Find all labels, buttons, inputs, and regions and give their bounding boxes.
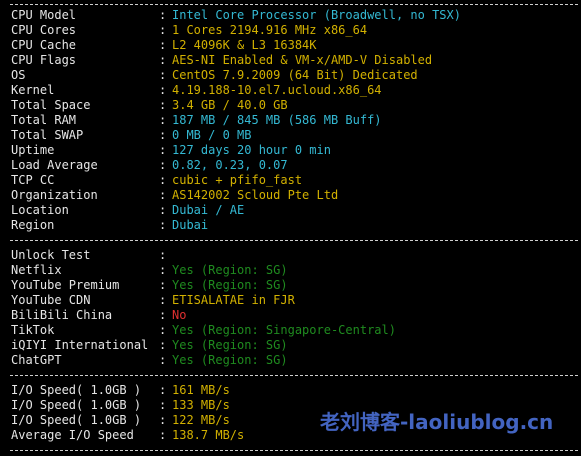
row-label: Average I/O Speed <box>11 428 134 442</box>
row-value: 127 days 20 hour 0 min <box>172 143 331 157</box>
row-label: Organization <box>11 188 98 202</box>
row-label: Total SWAP <box>11 128 84 142</box>
row-separator: : <box>159 98 167 112</box>
row-separator: : <box>159 68 167 82</box>
row-label: CPU Flags <box>11 53 77 67</box>
row-label: iQIYI International <box>11 338 149 352</box>
row-separator: : <box>159 38 167 52</box>
row-value: 3.4 GB / 40.0 GB <box>172 98 288 112</box>
row-label: I/O Speed( 1.0GB ) <box>11 398 142 412</box>
row-value: cubic + pfifo_fast <box>172 173 303 187</box>
row-separator: : <box>159 353 167 367</box>
row-separator: : <box>159 413 167 427</box>
row-value: AES-NI Enabled & VM-x/AMD-V Disabled <box>172 53 433 67</box>
row-value: Yes (Region: SG) <box>172 353 288 367</box>
row-value: 133 MB/s <box>172 398 230 412</box>
row-separator: : <box>159 158 167 172</box>
watermark-text: 老刘博客-laoliublog.cn <box>320 410 554 434</box>
divider-top <box>10 4 578 5</box>
row-value: L2 4096K & L3 16384K <box>172 38 317 52</box>
row-value: No <box>172 308 187 322</box>
row-label: Uptime <box>11 143 55 157</box>
row-separator: : <box>159 173 167 187</box>
row-separator: : <box>159 8 167 22</box>
row-value: 122 MB/s <box>172 413 230 427</box>
divider-middle <box>10 240 578 241</box>
row-value: 138.7 MB/s <box>172 428 245 442</box>
row-label: YouTube CDN <box>11 293 91 307</box>
row-separator: : <box>159 188 167 202</box>
divider-bottom <box>10 450 578 451</box>
row-value: Intel Core Processor (Broadwell, no TSX) <box>172 8 461 22</box>
row-label: Total RAM <box>11 113 77 127</box>
row-label: I/O Speed( 1.0GB ) <box>11 383 142 397</box>
row-value: Dubai / AE <box>172 203 245 217</box>
row-separator: : <box>159 293 167 307</box>
row-separator: : <box>159 398 167 412</box>
row-separator: : <box>159 383 167 397</box>
row-separator: : <box>159 263 167 277</box>
row-value: ETISALATAE in FJR <box>172 293 295 307</box>
row-separator: : <box>159 83 167 97</box>
row-separator: : <box>159 308 167 322</box>
row-value: Yes (Region: Singapore-Central) <box>172 323 396 337</box>
terminal-window[interactable]: CPU Model: Intel Core Processor (Broadwel… <box>0 0 581 456</box>
row-label: CPU Cache <box>11 38 77 52</box>
row-separator: : <box>159 113 167 127</box>
row-value: Yes (Region: SG) <box>172 338 288 352</box>
row-value: 0.82, 0.23, 0.07 <box>172 158 288 172</box>
row-label: ChatGPT <box>11 353 62 367</box>
row-separator: : <box>159 53 167 67</box>
row-label: CPU Model <box>11 8 77 22</box>
row-label: TikTok <box>11 323 55 337</box>
row-value: CentOS 7.9.2009 (64 Bit) Dedicated <box>172 68 418 82</box>
row-separator: : <box>159 143 167 157</box>
row-label: OS <box>11 68 26 82</box>
row-value: 4.19.188-10.el7.ucloud.x86_64 <box>172 83 382 97</box>
row-label: Load Average <box>11 158 98 172</box>
row-value: 187 MB / 845 MB (586 MB Buff) <box>172 113 382 127</box>
row-label: Netflix <box>11 263 62 277</box>
row-separator: : <box>159 128 167 142</box>
row-separator: : <box>159 338 167 352</box>
divider-io <box>10 375 578 376</box>
row-value: Yes (Region: SG) <box>172 278 288 292</box>
row-label: TCP CC <box>11 173 55 187</box>
row-value: 161 MB/s <box>172 383 230 397</box>
row-label: Kernel <box>11 83 55 97</box>
row-value: 0 MB / 0 MB <box>172 128 252 142</box>
row-label: YouTube Premium <box>11 278 120 292</box>
row-separator: : <box>159 428 167 442</box>
row-label: Region <box>11 218 55 232</box>
row-label: Total Space <box>11 98 91 112</box>
row-separator: : <box>159 203 167 217</box>
row-value: 1 Cores 2194.916 MHz x86_64 <box>172 23 368 37</box>
row-label: CPU Cores <box>11 23 77 37</box>
row-label: BiliBili China <box>11 308 113 322</box>
row-value: Yes (Region: SG) <box>172 263 288 277</box>
row-separator: : <box>159 218 167 232</box>
row-label: Location <box>11 203 69 217</box>
row-value: AS142002 Scloud Pte Ltd <box>172 188 339 202</box>
row-label: Unlock Test <box>11 248 91 262</box>
row-separator: : <box>159 278 167 292</box>
row-separator: : <box>159 248 167 262</box>
row-separator: : <box>159 323 167 337</box>
row-separator: : <box>159 23 167 37</box>
row-label: I/O Speed( 1.0GB ) <box>11 413 142 427</box>
row-value: Dubai <box>172 218 209 232</box>
